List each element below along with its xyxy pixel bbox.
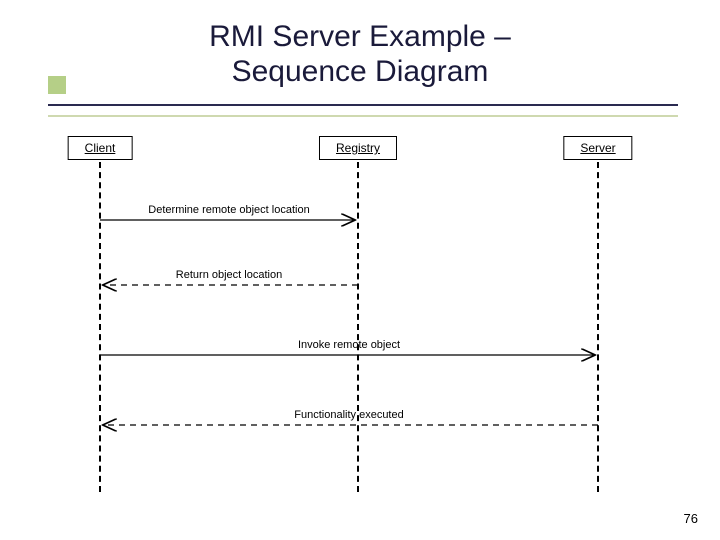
sequence-diagram: Client Registry Server Determine remote … [0, 130, 720, 500]
accent-square [48, 76, 66, 94]
divider-dark [48, 104, 678, 106]
title-line-2: Sequence Diagram [232, 55, 489, 88]
title-line-1: RMI Server Example – [209, 20, 511, 53]
msg-label-1: Return object location [176, 269, 282, 281]
arrows-layer [0, 130, 720, 500]
msg-label-3: Functionality executed [294, 409, 403, 421]
msg-label-2: Invoke remote object [298, 339, 400, 351]
msg-label-0: Determine remote object location [148, 204, 309, 216]
divider-light [48, 115, 678, 117]
slide-title: RMI Server Example – Sequence Diagram [0, 20, 720, 89]
page-number: 76 [684, 511, 698, 526]
